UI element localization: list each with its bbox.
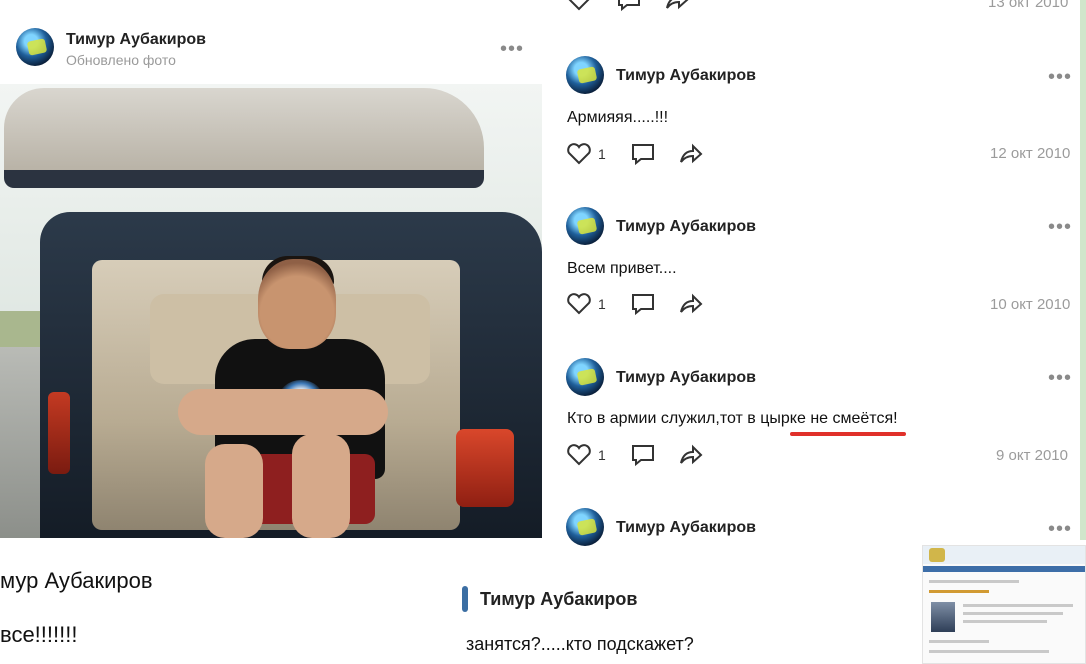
like-icon[interactable]	[566, 0, 592, 12]
post-date: 9 окт 2010	[996, 447, 1068, 464]
like-icon[interactable]	[566, 443, 592, 467]
avatar[interactable]	[566, 508, 604, 546]
doc-line	[929, 590, 989, 593]
author-name[interactable]: Тимур Аубакиров	[616, 218, 756, 236]
more-options-icon[interactable]: •••	[500, 39, 524, 59]
share-icon[interactable]	[664, 0, 690, 12]
post-photo[interactable]	[0, 84, 542, 538]
comment-icon[interactable]	[630, 443, 656, 467]
avatar[interactable]	[16, 28, 54, 66]
photo-leg-left	[205, 444, 263, 538]
like-count: 1	[598, 447, 606, 463]
bottom-mid-text: занятся?.....кто подскажет?	[466, 634, 694, 654]
more-options-icon[interactable]: •••	[1048, 67, 1072, 87]
author-name[interactable]: Тимур Аубакиров	[616, 519, 756, 537]
avatar[interactable]	[566, 56, 604, 94]
doc-line	[929, 580, 1019, 583]
like-count: 1	[598, 296, 606, 312]
share-icon[interactable]	[678, 443, 704, 467]
photo-head	[258, 259, 336, 349]
photo-arms	[178, 389, 388, 435]
like-icon[interactable]	[566, 292, 592, 316]
photo-taillight-left	[48, 392, 70, 474]
bottom-avatar-edge	[462, 586, 468, 612]
doc-line	[963, 620, 1047, 623]
avatar[interactable]	[566, 207, 604, 245]
doc-nav	[923, 566, 1085, 572]
more-options-icon[interactable]: •••	[1048, 217, 1072, 237]
crest-icon	[929, 548, 945, 562]
photo-leg-right	[292, 434, 350, 538]
bottom-left-text: все!!!!!!!	[0, 622, 78, 647]
doc-line	[963, 612, 1063, 615]
post-subtitle: Обновлено фото	[66, 52, 176, 68]
doc-photo	[931, 602, 955, 632]
share-icon[interactable]	[678, 142, 704, 166]
post-text: Всем привет....	[567, 260, 677, 277]
post-date: 10 окт 2010	[990, 296, 1071, 313]
comment-icon[interactable]	[616, 0, 642, 12]
author-name[interactable]: Тимур Аубакиров	[616, 67, 756, 85]
post-date: 12 окт 2010	[990, 145, 1071, 162]
document-thumbnail[interactable]	[922, 545, 1086, 664]
comment-icon[interactable]	[630, 142, 656, 166]
bottom-mid-name[interactable]: Тимур Аубакиров	[480, 589, 638, 610]
share-icon[interactable]	[678, 292, 704, 316]
photo-taillight-right	[456, 429, 514, 507]
more-options-icon[interactable]: •••	[1048, 519, 1072, 539]
photo-hatch	[4, 88, 484, 188]
doc-line	[963, 604, 1073, 607]
bottom-left-name[interactable]: мур Аубакиров	[0, 568, 153, 594]
more-options-icon[interactable]: •••	[1048, 368, 1072, 388]
post-text: Армияяя.....!!!	[567, 109, 669, 126]
post-text: Кто в армии служил,тот в цырке не смеётс…	[567, 410, 898, 427]
doc-line	[929, 650, 1049, 653]
divider	[1080, 0, 1086, 540]
like-count: 1	[598, 146, 606, 162]
like-icon[interactable]	[566, 142, 592, 166]
doc-header	[923, 546, 1085, 564]
post-date: 13 окт 2010	[988, 0, 1069, 11]
doc-line	[929, 640, 989, 643]
author-name[interactable]: Тимур Аубакиров	[616, 369, 756, 387]
comment-icon[interactable]	[630, 292, 656, 316]
avatar[interactable]	[566, 358, 604, 396]
highlight-underline	[790, 432, 906, 436]
author-name[interactable]: Тимур Аубакиров	[66, 31, 206, 49]
